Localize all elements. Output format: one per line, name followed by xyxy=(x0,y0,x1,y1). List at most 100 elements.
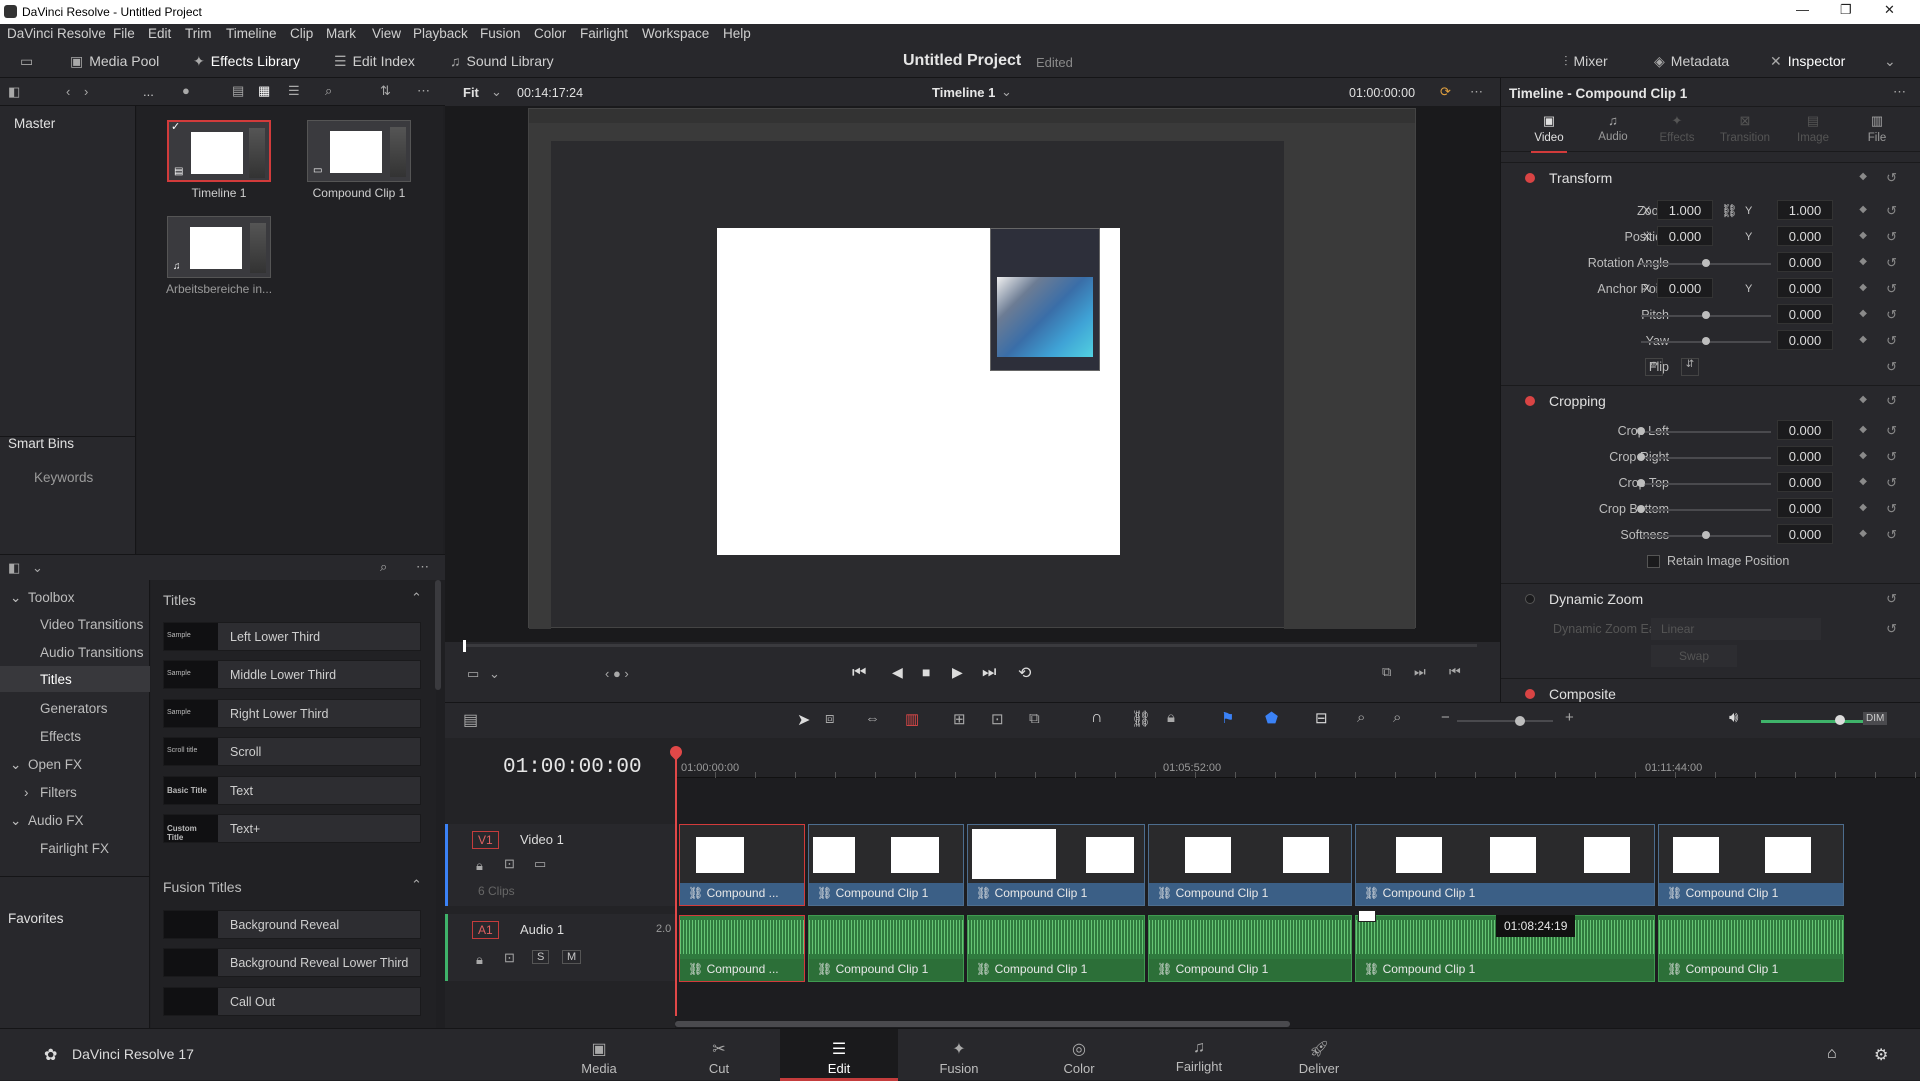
stop-icon[interactable]: ■ xyxy=(922,664,930,680)
jog-control-icon[interactable]: ‹ ● › xyxy=(605,666,629,681)
media-thumb-audio[interactable]: ♫ xyxy=(167,216,271,278)
slider-knob[interactable] xyxy=(1637,479,1645,487)
metadata-view-icon[interactable]: ▤ xyxy=(232,83,244,99)
back-arrow-icon[interactable]: ‹ xyxy=(66,84,70,99)
go-to-start-icon[interactable]: ⏮ xyxy=(852,664,866,682)
position-lock-icon[interactable]: 🔒︎ xyxy=(1167,709,1175,726)
flip-horizontal-icon[interactable]: ⇹ xyxy=(1645,358,1663,376)
video-clip[interactable]: ⛓ Compound Clip 1 xyxy=(1148,824,1352,906)
snapping-icon[interactable]: ∩ xyxy=(1091,709,1103,727)
position-x-field[interactable]: 0.000 xyxy=(1657,226,1713,246)
track-visibility-icon[interactable]: ▭ xyxy=(534,856,546,872)
replace-clip-icon[interactable]: ⧉ xyxy=(1029,710,1040,727)
page-cut[interactable]: ✂ Cut xyxy=(660,1029,778,1081)
panel-toggle-icon[interactable]: ◧ xyxy=(8,560,20,576)
fx-item[interactable]: Sample Middle Lower Third xyxy=(163,660,421,689)
volume-icon[interactable]: 🔊︎ xyxy=(1729,709,1738,726)
audio-track-header[interactable]: A1 Audio 1 2.0 🔒︎ ⊡ S M xyxy=(445,914,675,981)
panel-toggle-icon[interactable]: ◧ xyxy=(8,84,20,100)
tab-image[interactable]: ▤ Image xyxy=(1781,107,1845,153)
tree-effects[interactable]: Effects xyxy=(40,729,81,744)
fx-item[interactable]: Scroll title Scroll xyxy=(163,737,421,766)
minimize-icon[interactable]: — xyxy=(1796,2,1809,17)
media-thumb-compound-clip[interactable]: ▭ xyxy=(307,120,411,182)
zoom-slider-knob[interactable] xyxy=(1515,716,1525,726)
chevron-right-icon[interactable]: › xyxy=(24,785,29,800)
tab-file[interactable]: ▥ File xyxy=(1845,107,1909,153)
tree-titles[interactable]: Titles xyxy=(40,672,72,687)
sound-library-button[interactable]: ♫ Sound Library xyxy=(450,53,554,69)
crop-bottom-slider[interactable] xyxy=(1641,509,1771,511)
more-options-icon[interactable]: ⋯ xyxy=(1893,84,1906,100)
rotation-field[interactable]: 0.000 xyxy=(1777,252,1833,272)
track-id[interactable]: A1 xyxy=(472,921,499,939)
page-fairlight[interactable]: ♫ Fairlight xyxy=(1140,1029,1258,1081)
gear-icon[interactable]: ⚙ xyxy=(1874,1045,1888,1065)
audio-clip[interactable]: ⛓ Compound Clip 1 xyxy=(1658,915,1844,982)
tree-audio-transitions[interactable]: Audio Transitions xyxy=(40,645,144,660)
master-bin[interactable]: Master xyxy=(14,116,55,131)
fx-item[interactable]: Sample Right Lower Third xyxy=(163,699,421,728)
anchor-y-field[interactable]: 0.000 xyxy=(1777,278,1833,298)
tree-audio-fx[interactable]: Audio FX xyxy=(28,813,84,828)
tree-toolbox[interactable]: Toolbox xyxy=(28,590,75,605)
transform-section-header[interactable]: Transform ◆ ↺ xyxy=(1501,162,1920,192)
page-deliver[interactable]: 🚀︎ Deliver xyxy=(1260,1029,1378,1081)
expand-icon[interactable]: ⌄ xyxy=(1884,53,1902,70)
menu-trim[interactable]: Trim xyxy=(185,26,212,41)
solo-button[interactable]: S xyxy=(532,950,550,964)
track-id[interactable]: V1 xyxy=(472,831,499,849)
video-clip[interactable]: ⛓ Compound ... xyxy=(679,824,805,906)
slider-knob[interactable] xyxy=(1637,505,1645,513)
media-pool-button[interactable]: ▣ Media Pool xyxy=(70,53,159,70)
selection-tool-icon[interactable]: ➤ xyxy=(797,710,810,730)
next-clip-icon[interactable]: ⏭ xyxy=(1414,664,1426,680)
tab-transition[interactable]: ⊠ Transition xyxy=(1709,107,1781,153)
zoom-slider[interactable] xyxy=(1457,720,1553,722)
flip-vertical-icon[interactable]: ⇵ xyxy=(1681,358,1699,376)
workspace-icon[interactable]: ▭ xyxy=(20,53,39,70)
sort-icon[interactable]: ⇅ xyxy=(380,83,391,99)
zoom-in-icon[interactable]: + xyxy=(1565,709,1574,726)
audio-clip[interactable]: ⛓ Compound ... xyxy=(679,915,805,982)
detail-zoom-icon[interactable]: ⌕ xyxy=(1357,709,1365,726)
yaw-field[interactable]: 0.000 xyxy=(1777,330,1833,350)
page-fusion[interactable]: ✦ Fusion xyxy=(900,1029,1018,1081)
video-clip[interactable]: ⛓ Compound Clip 1 xyxy=(808,824,964,906)
marker-icon[interactable]: ⬟ xyxy=(1265,709,1278,727)
home-icon[interactable]: ⌂ xyxy=(1827,1045,1837,1063)
anchor-x-field[interactable]: 0.000 xyxy=(1657,278,1713,298)
match-frame-icon[interactable]: ⧉ xyxy=(1382,664,1391,680)
close-icon[interactable]: ✕ xyxy=(1884,2,1895,18)
loop-icon[interactable]: ⟲ xyxy=(1018,663,1031,683)
chevron-down-icon[interactable]: ⌄ xyxy=(10,757,21,773)
mute-button[interactable]: M xyxy=(562,950,582,964)
flag-icon[interactable]: ⚑ xyxy=(1221,709,1234,727)
cropping-section-header[interactable]: Cropping ◆ ↺ xyxy=(1501,385,1920,415)
grid-view-icon[interactable]: ▦ xyxy=(258,83,270,99)
lock-icon[interactable]: 🔒︎ xyxy=(476,858,483,874)
chevron-up-icon[interactable]: ⌃ xyxy=(411,877,422,893)
video-clip[interactable]: ⛓ Compound Clip 1 xyxy=(967,824,1145,906)
effects-library-button[interactable]: ✦ Effects Library xyxy=(193,53,300,70)
page-edit[interactable]: ☰ Edit xyxy=(780,1029,898,1081)
audio-clip[interactable]: ⛓ Compound Clip 1 xyxy=(808,915,964,982)
edit-index-button[interactable]: ☰ Edit Index xyxy=(334,53,415,70)
prev-clip-icon[interactable]: ⏮ xyxy=(1449,664,1461,680)
metadata-button[interactable]: ◈ Metadata xyxy=(1654,53,1729,70)
search-icon[interactable]: ⌕ xyxy=(380,559,387,575)
crop-left-slider[interactable] xyxy=(1641,431,1771,433)
fx-item[interactable]: Basic Title Text xyxy=(163,776,421,805)
slider-knob[interactable] xyxy=(1637,453,1645,461)
swap-button[interactable]: Swap xyxy=(1651,645,1737,667)
fx-item[interactable]: Sample Left Lower Third xyxy=(163,622,421,651)
chevron-down-icon[interactable]: ⌄ xyxy=(10,590,21,606)
crop-top-slider[interactable] xyxy=(1641,483,1771,485)
forward-arrow-icon[interactable]: › xyxy=(84,84,88,99)
tab-audio[interactable]: ♫ Audio xyxy=(1581,107,1645,153)
audio-clip[interactable]: ⛓ Compound Clip 1 xyxy=(967,915,1145,982)
pitch-field[interactable]: 0.000 xyxy=(1777,304,1833,324)
zoom-y-field[interactable]: 1.000 xyxy=(1777,200,1833,220)
auto-select-icon[interactable]: ⊡ xyxy=(504,856,515,872)
tree-filters[interactable]: Filters xyxy=(40,785,77,800)
